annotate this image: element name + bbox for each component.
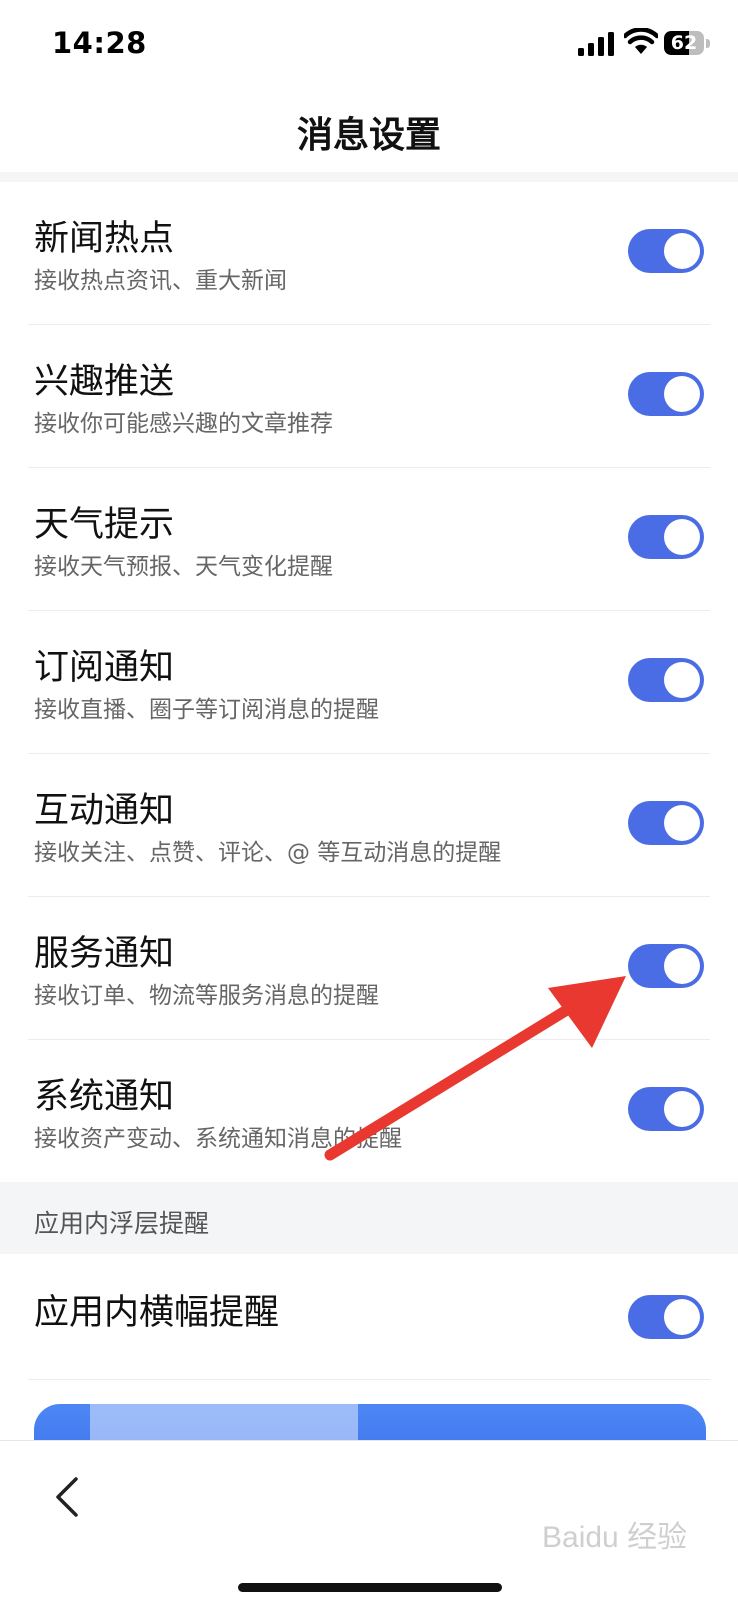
nav-bar: 消息设置 [0, 90, 738, 172]
watermark-logo: Baidu 经验 [542, 1521, 688, 1554]
toggle-knob [664, 662, 700, 698]
page-title: 消息设置 [296, 115, 441, 156]
toggle-knob [664, 519, 700, 555]
setting-toggle[interactable] [628, 229, 704, 273]
setting-toggle[interactable] [628, 372, 704, 416]
setting-title: 兴趣推送 [34, 362, 175, 402]
setting-title: 应用内横幅提醒 [34, 1293, 280, 1333]
back-chevron-icon[interactable] [44, 1467, 94, 1527]
toggle-knob [664, 1299, 700, 1335]
status-bar: 14:28 62 [0, 0, 738, 90]
battery-percentage: 62 [670, 32, 698, 54]
setting-toggle[interactable] [628, 515, 704, 559]
setting-row: 兴趣推送接收你可能感兴趣的文章推荐 [0, 325, 738, 468]
setting-row: 新闻热点接收热点资讯、重大新闻 [0, 182, 738, 325]
home-indicator[interactable] [238, 1583, 502, 1592]
nav-divider [0, 172, 738, 182]
toggle-knob [664, 376, 700, 412]
settings-list: 新闻热点接收热点资讯、重大新闻兴趣推送接收你可能感兴趣的文章推荐天气提示接收天气… [0, 182, 738, 1183]
setting-subtitle: 接收热点资讯、重大新闻 [34, 268, 287, 294]
setting-row: 天气提示接收天气预报、天气变化提醒 [0, 468, 738, 611]
setting-title: 订阅通知 [34, 648, 175, 688]
setting-subtitle: 接收订单、物流等服务消息的提醒 [34, 983, 379, 1009]
toggle-knob [664, 1091, 700, 1127]
setting-row: 服务通知接收订单、物流等服务消息的提醒 [0, 897, 738, 1040]
toggle-knob [664, 233, 700, 269]
section-header-label: 应用内浮层提醒 [34, 1209, 210, 1238]
status-time: 14:28 [52, 26, 147, 60]
row-divider [28, 1379, 710, 1380]
setting-title: 系统通知 [34, 1077, 175, 1117]
setting-subtitle: 接收资产变动、系统通知消息的提醒 [34, 1126, 402, 1152]
setting-subtitle: 接收直播、圈子等订阅消息的提醒 [34, 697, 379, 723]
wifi-icon [624, 28, 658, 54]
setting-title: 天气提示 [34, 505, 175, 545]
cellular-signal-icon [578, 32, 614, 56]
toggle-knob [664, 948, 700, 984]
setting-title: 服务通知 [34, 934, 175, 974]
setting-toggle[interactable] [628, 658, 704, 702]
toggle-knob [664, 805, 700, 841]
battery-icon: 62 [664, 31, 712, 55]
setting-subtitle: 接收你可能感兴趣的文章推荐 [34, 411, 333, 437]
setting-row: 订阅通知接收直播、圈子等订阅消息的提醒 [0, 611, 738, 754]
setting-toggle[interactable] [628, 944, 704, 988]
setting-toggle[interactable] [628, 1087, 704, 1131]
setting-subtitle: 接收关注、点赞、评论、@ 等互动消息的提醒 [34, 840, 502, 866]
section-header: 应用内浮层提醒 [0, 1182, 738, 1254]
setting-title: 互动通知 [34, 791, 175, 831]
setting-row-in-app-banner: 应用内横幅提醒 [0, 1254, 738, 1380]
setting-title: 新闻热点 [34, 219, 175, 259]
setting-row: 系统通知接收资产变动、系统通知消息的提醒 [0, 1040, 738, 1183]
in-app-banner-toggle[interactable] [628, 1295, 704, 1339]
setting-subtitle: 接收天气预报、天气变化提醒 [34, 554, 333, 580]
setting-row: 互动通知接收关注、点赞、评论、@ 等互动消息的提醒 [0, 754, 738, 897]
setting-toggle[interactable] [628, 801, 704, 845]
